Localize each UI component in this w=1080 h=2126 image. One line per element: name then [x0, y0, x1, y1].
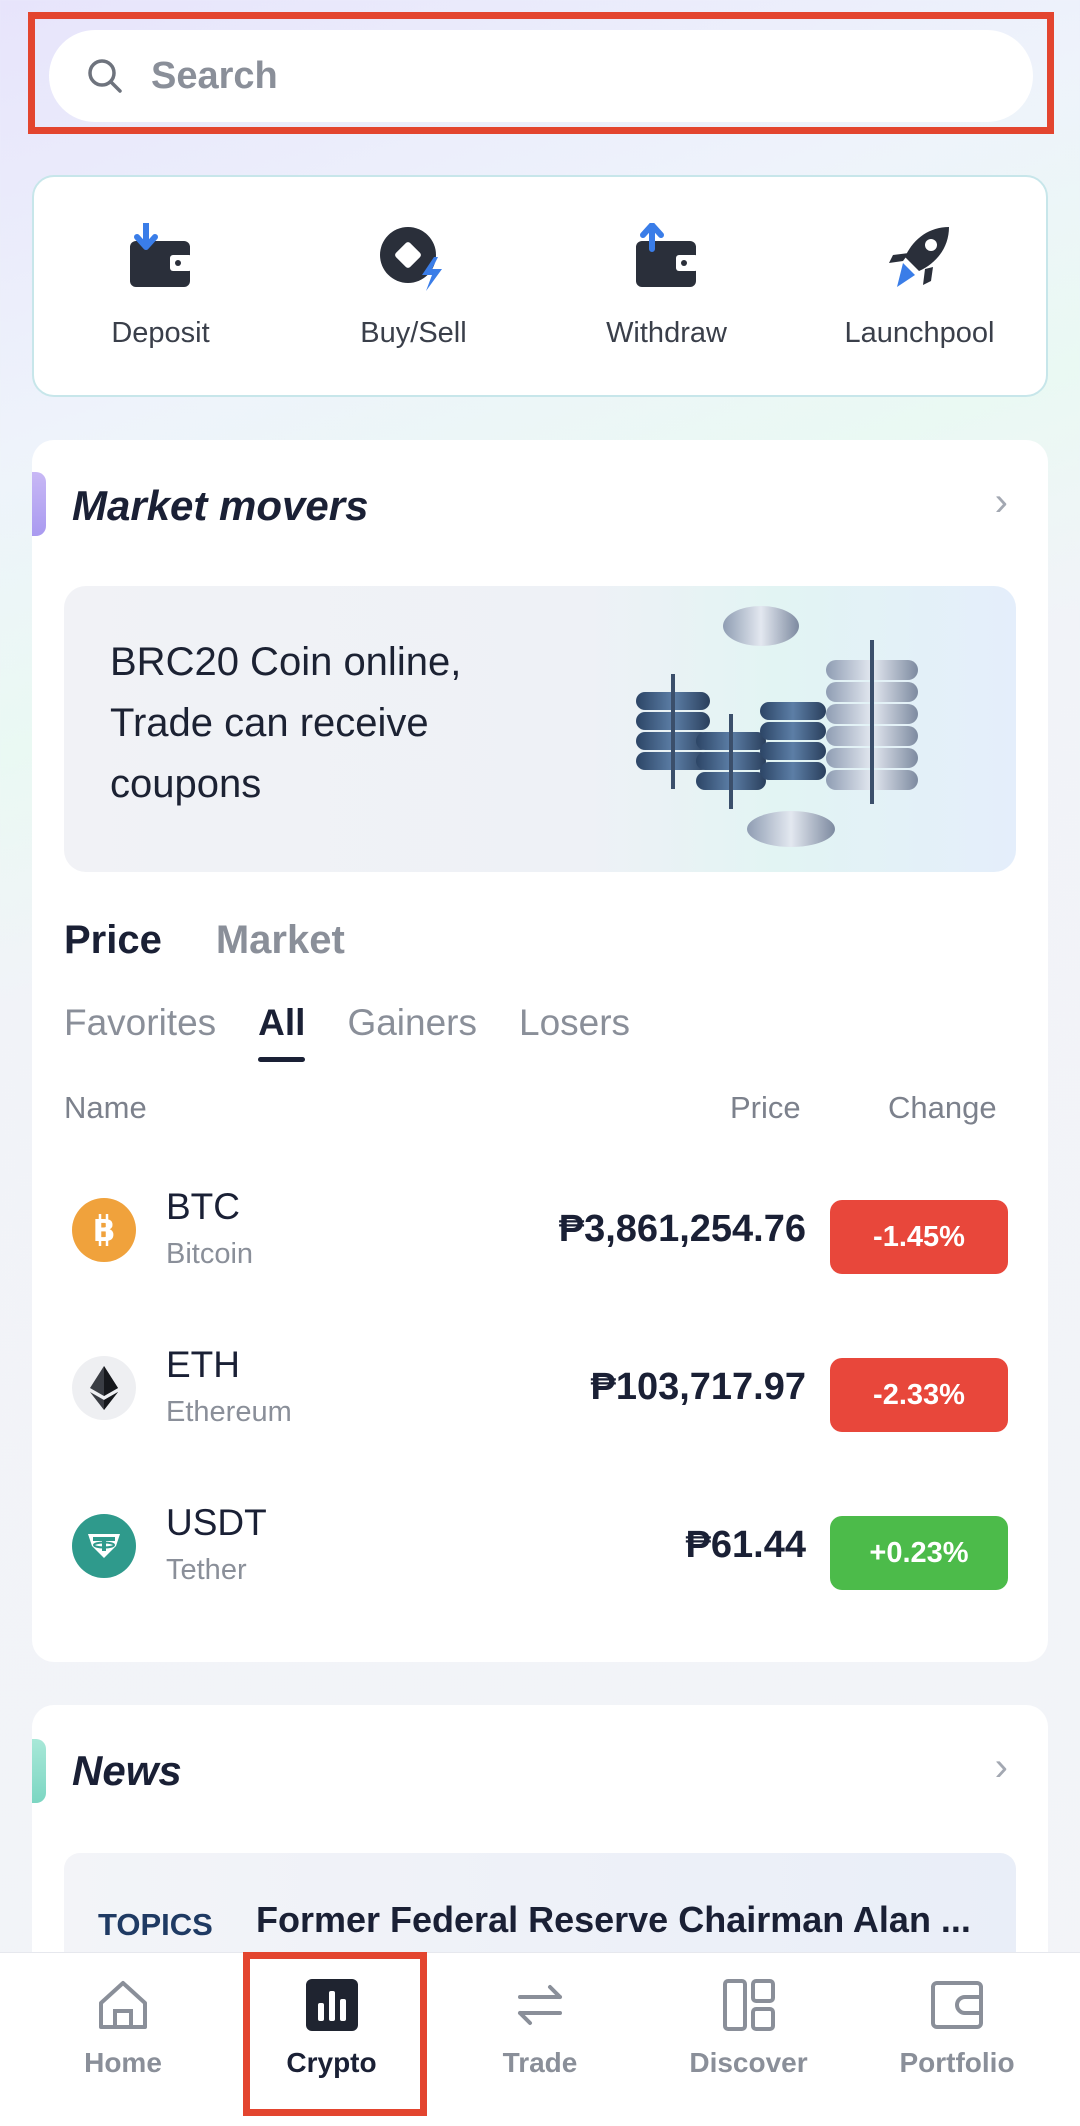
- column-header-name: Name: [64, 1090, 147, 1125]
- coin-name: Ethereum: [166, 1396, 292, 1428]
- tether-icon: [72, 1514, 136, 1578]
- home-icon: [99, 1981, 147, 2029]
- tab-gainers[interactable]: Gainers: [347, 1002, 477, 1044]
- promo-banner[interactable]: BRC20 Coin online, Trade can receive cou…: [64, 586, 1016, 872]
- tab-favorites[interactable]: Favorites: [64, 1002, 216, 1044]
- swap-arrows-icon: [518, 1985, 562, 2025]
- market-movers-card: Market movers › BRC20 Coin online, Trade…: [32, 440, 1048, 1662]
- nav-portfolio[interactable]: Portfolio: [870, 1953, 1044, 2126]
- withdraw-button[interactable]: Withdraw: [552, 222, 782, 350]
- nav-trade[interactable]: Trade: [453, 1953, 627, 2126]
- search-icon: [88, 59, 122, 93]
- coin-name: Tether: [166, 1554, 247, 1586]
- market-movers-title: Market movers: [72, 482, 369, 529]
- bitcoin-icon: B: [72, 1198, 136, 1262]
- tab-price[interactable]: Price: [64, 918, 162, 963]
- search-placeholder: Search: [151, 54, 278, 97]
- tab-all[interactable]: All: [258, 1002, 306, 1062]
- coin-name: Bitcoin: [166, 1238, 254, 1270]
- section-accent: [32, 1739, 46, 1803]
- coin-stacks-illustration: [636, 606, 918, 847]
- nav-crypto-label: Crypto: [286, 2047, 377, 2078]
- price-market-tabs: Price Market: [64, 918, 345, 963]
- nav-trade-label: Trade: [502, 2047, 578, 2078]
- svg-text:B: B: [93, 1214, 116, 1249]
- coin-symbol: USDT: [166, 1502, 267, 1543]
- deposit-label: Deposit: [111, 316, 210, 349]
- news-headline: Former Federal Reserve Chairman Alan ...: [256, 1899, 971, 1940]
- rocket-icon: [888, 226, 949, 287]
- withdraw-wallet-icon: [635, 222, 698, 287]
- buy-sell-coin-icon: [379, 226, 442, 291]
- section-accent: [32, 472, 46, 536]
- coin-symbol: BTC: [166, 1186, 240, 1227]
- deposit-button[interactable]: Deposit: [46, 222, 276, 350]
- grid-icon: [722, 1979, 775, 2031]
- deposit-wallet-icon: [129, 222, 192, 287]
- nav-discover-label: Discover: [689, 2047, 808, 2078]
- chevron-right-icon[interactable]: ›: [995, 1745, 1008, 1790]
- ethereum-icon: [72, 1356, 136, 1420]
- launchpool-button[interactable]: Launchpool: [805, 223, 1035, 350]
- column-header-change[interactable]: Change: [888, 1090, 997, 1126]
- tab-losers[interactable]: Losers: [519, 1002, 630, 1044]
- change-badge: -1.45%: [830, 1200, 1008, 1274]
- buy-sell-button[interactable]: Buy/Sell: [299, 223, 529, 350]
- nav-home-label: Home: [84, 2047, 162, 2078]
- tab-market[interactable]: Market: [216, 918, 345, 963]
- news-topic-tag: TOPICS: [98, 1907, 213, 1942]
- search-highlight-box: Search: [28, 12, 1054, 134]
- nav-portfolio-label: Portfolio: [899, 2047, 1015, 2078]
- coin-row-btc[interactable]: B BTC Bitcoin ₱3,861,254.76 -1.45%: [64, 1170, 1016, 1290]
- search-bar[interactable]: Search: [49, 30, 1033, 122]
- coin-row-eth[interactable]: ETH Ethereum ₱103,717.97 -2.33%: [64, 1328, 1016, 1448]
- nav-discover[interactable]: Discover: [662, 1953, 836, 2126]
- nav-crypto[interactable]: Crypto: [245, 1953, 419, 2126]
- wallet-icon: [931, 1981, 983, 2029]
- launchpool-label: Launchpool: [844, 316, 995, 349]
- coin-price: ₱103,717.97: [590, 1366, 806, 1408]
- bar-chart-icon: [305, 1979, 358, 2031]
- bottom-nav: Home Crypto Trade Discover Portfolio: [0, 1952, 1080, 2126]
- coin-price: ₱3,861,254.76: [558, 1208, 806, 1250]
- nav-home[interactable]: Home: [36, 1953, 210, 2126]
- withdraw-label: Withdraw: [606, 316, 727, 349]
- coin-price: ₱61.44: [685, 1524, 806, 1566]
- change-badge: -2.33%: [830, 1358, 1008, 1432]
- quick-actions: Deposit Buy/Sell Withdraw Launchpool: [32, 175, 1048, 397]
- coin-symbol: ETH: [166, 1344, 240, 1385]
- coin-row-usdt[interactable]: USDT Tether ₱61.44 +0.23%: [64, 1486, 1016, 1606]
- change-badge: +0.23%: [830, 1516, 1008, 1590]
- chevron-right-icon[interactable]: ›: [995, 480, 1008, 525]
- filter-tabs: Favorites All Gainers Losers: [64, 1002, 630, 1062]
- news-title: News: [72, 1747, 182, 1794]
- buy-sell-label: Buy/Sell: [360, 316, 467, 349]
- banner-text: BRC20 Coin online, Trade can receive cou…: [110, 640, 462, 806]
- column-header-price[interactable]: Price: [730, 1090, 801, 1126]
